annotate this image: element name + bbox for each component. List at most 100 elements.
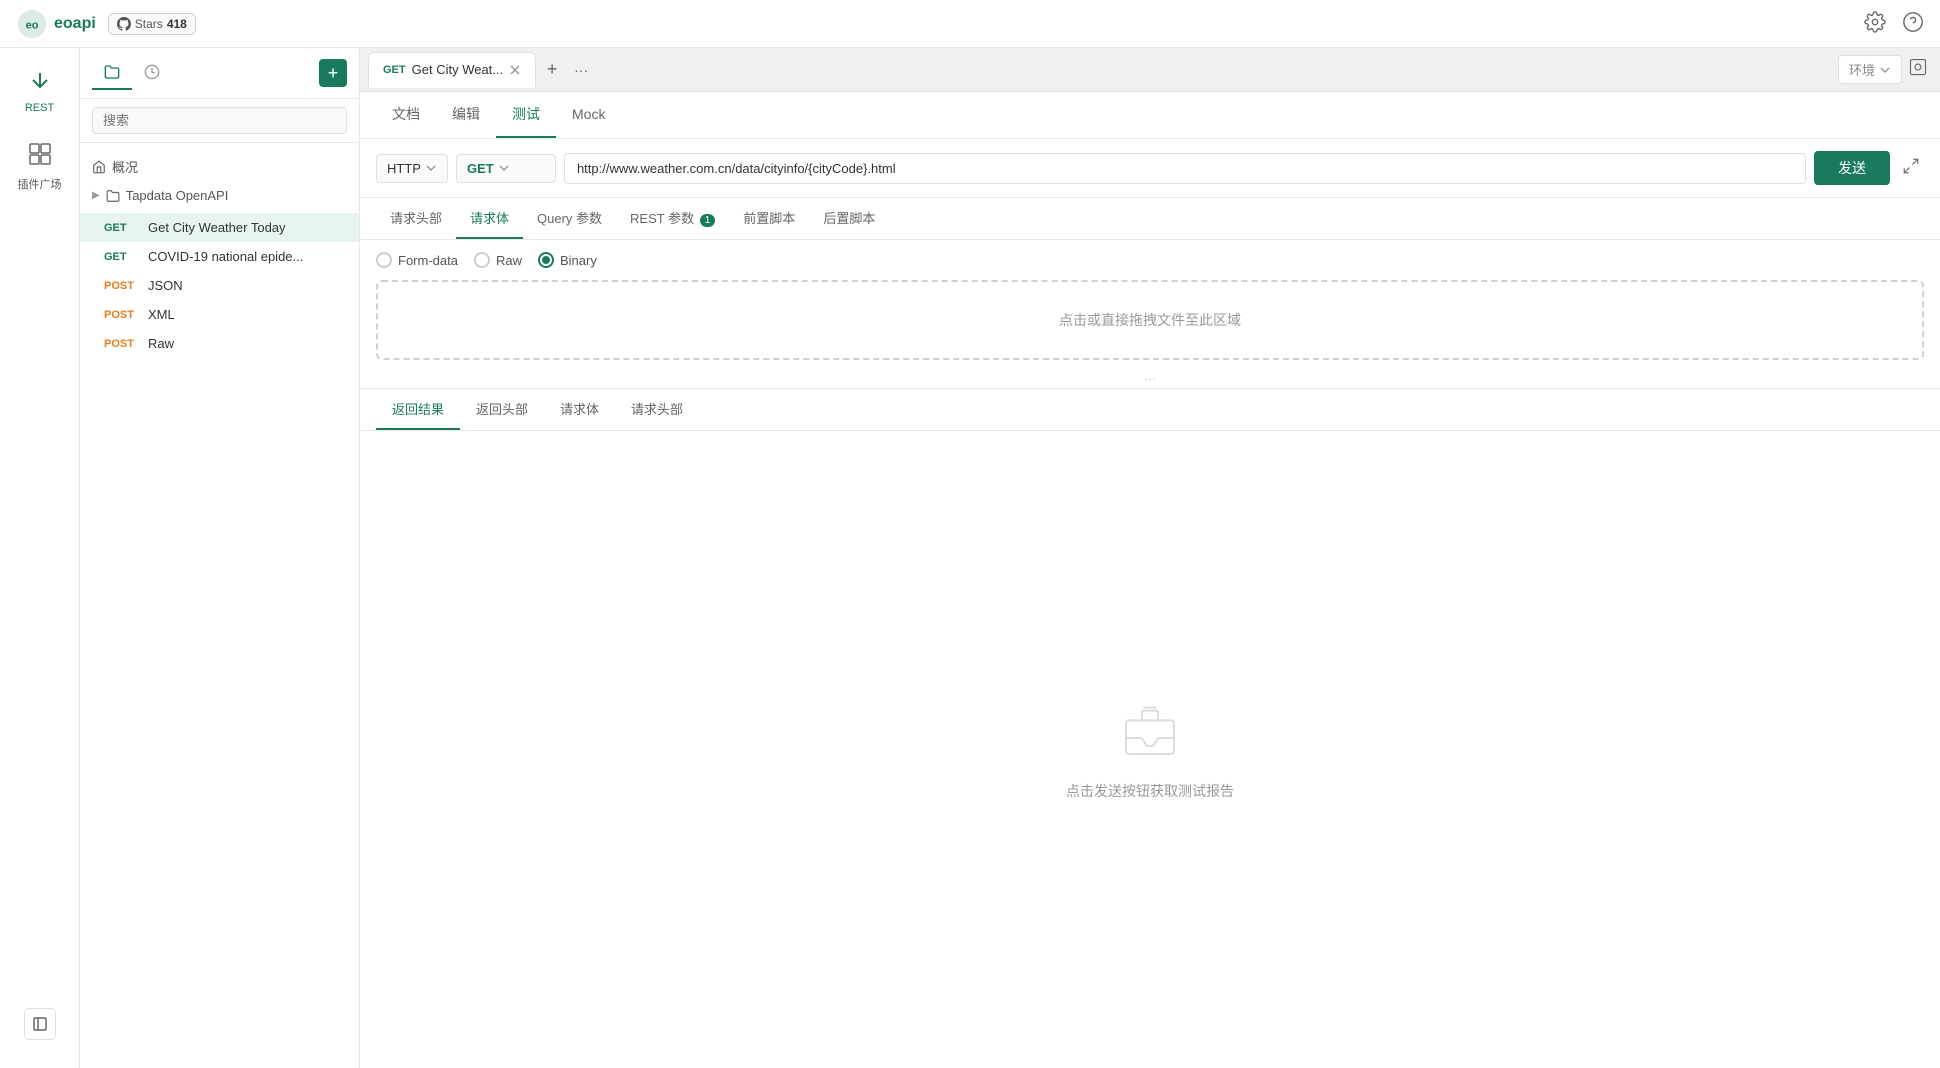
- radio-form-data[interactable]: Form-data: [376, 252, 458, 268]
- file-tree-panel: + 概况 ▶ Tapdata OpenAPI GET Get City Weat…: [80, 48, 360, 1068]
- stars-count: 418: [167, 17, 187, 31]
- sidebar-icons: REST 插件广场: [0, 48, 80, 1068]
- sidebar-item-plugins[interactable]: 插件广场: [5, 134, 75, 200]
- tab-history[interactable]: [132, 56, 172, 90]
- plugins-icon: [28, 142, 52, 172]
- url-input[interactable]: [564, 153, 1806, 184]
- help-icon-button[interactable]: [1902, 11, 1924, 36]
- section-label: Tapdata OpenAPI: [126, 188, 229, 203]
- tab-edit[interactable]: 编辑: [436, 92, 496, 138]
- resp-tab-request-body[interactable]: 请求体: [544, 389, 615, 430]
- top-bar: eo eoapi Stars 418: [0, 0, 1940, 48]
- body-tabs: 请求头部 请求体 Query 参数 REST 参数 1 前置脚本 后置脚本: [360, 198, 1940, 240]
- request-panel: 文档 编辑 测试 Mock HTTP GET 发送: [360, 92, 1940, 1068]
- tree-content: 概况 ▶ Tapdata OpenAPI GET Get City Weathe…: [80, 143, 359, 1068]
- resp-tab-return-headers[interactable]: 返回头部: [460, 389, 544, 430]
- method-badge-post-2: POST: [104, 309, 140, 321]
- tab-test[interactable]: 测试: [496, 92, 556, 138]
- add-api-button[interactable]: +: [319, 59, 347, 87]
- search-input[interactable]: [92, 107, 347, 134]
- radio-circle-binary: [538, 252, 554, 268]
- more-tabs-button[interactable]: ···: [568, 62, 594, 78]
- response-panel: 返回结果 返回头部 请求体 请求头部 点击发送按钮获取测试报告: [360, 388, 1940, 1068]
- file-tree-header: +: [80, 48, 359, 99]
- radio-circle-raw: [474, 252, 490, 268]
- radio-label-raw: Raw: [496, 253, 522, 268]
- home-label: 概况: [112, 157, 138, 176]
- tab-bar: GET Get City Weat... + ··· 环境: [360, 48, 1940, 92]
- logo-text: eoapi: [54, 15, 96, 33]
- resize-handle[interactable]: ···: [360, 368, 1940, 388]
- tab-method-badge: GET: [383, 64, 406, 76]
- method-badge-post-3: POST: [104, 338, 140, 350]
- method-chevron-icon: [498, 162, 510, 174]
- api-item-xml[interactable]: POST XML: [80, 300, 359, 329]
- protocol-chevron-icon: [425, 162, 437, 174]
- tab-mock[interactable]: Mock: [556, 94, 621, 136]
- api-name-weather: Get City Weather Today: [148, 220, 286, 235]
- body-tab-query-params[interactable]: Query 参数: [523, 198, 616, 239]
- api-name-xml: XML: [148, 307, 175, 322]
- sidebar-item-rest-label: REST: [25, 102, 54, 114]
- main-layout: REST 插件广场 +: [0, 48, 1940, 1068]
- empty-state: 点击发送按钮获取测试报告: [360, 431, 1940, 1068]
- body-type-radio-group: Form-data Raw Binary: [360, 240, 1940, 280]
- env-selector[interactable]: 环境: [1838, 55, 1902, 84]
- main-content: GET Get City Weat... + ··· 环境 文档 编辑 测试 M: [360, 48, 1940, 1068]
- radio-circle-form-data: [376, 252, 392, 268]
- api-list: GET Get City Weather Today GET COVID-19 …: [80, 209, 359, 362]
- api-name-covid: COVID-19 national epide...: [148, 249, 303, 264]
- close-tab-icon[interactable]: [509, 64, 521, 76]
- body-tab-request-headers[interactable]: 请求头部: [376, 198, 456, 239]
- body-tab-rest-params[interactable]: REST 参数 1: [616, 198, 729, 239]
- top-bar-left: eo eoapi Stars 418: [16, 8, 196, 40]
- tab-files[interactable]: [92, 56, 132, 90]
- method-label: GET: [467, 161, 494, 176]
- method-selector[interactable]: GET: [456, 154, 556, 183]
- api-item-covid[interactable]: GET COVID-19 national epide...: [80, 242, 359, 271]
- tab-weather-request[interactable]: GET Get City Weat...: [368, 52, 536, 88]
- collapse-sidebar-button[interactable]: [24, 1008, 56, 1040]
- method-badge-get-2: GET: [104, 251, 140, 263]
- expand-button[interactable]: [1898, 153, 1924, 184]
- empty-state-icon: [1118, 698, 1182, 765]
- radio-raw[interactable]: Raw: [474, 252, 522, 268]
- stars-label: Stars: [135, 17, 163, 31]
- request-type-tabs: 文档 编辑 测试 Mock: [360, 92, 1940, 139]
- method-badge-get: GET: [104, 222, 140, 234]
- radio-binary[interactable]: Binary: [538, 252, 597, 268]
- sidebar-item-plugins-label: 插件广场: [18, 176, 62, 192]
- file-drop-zone[interactable]: 点击或直接拖拽文件至此区域: [376, 280, 1924, 360]
- body-tab-pre-script[interactable]: 前置脚本: [729, 198, 809, 239]
- protocol-selector[interactable]: HTTP: [376, 154, 448, 183]
- sidebar-item-rest[interactable]: REST: [5, 60, 75, 122]
- add-tab-button[interactable]: +: [538, 56, 566, 84]
- api-item-json[interactable]: POST JSON: [80, 271, 359, 300]
- method-badge-post-1: POST: [104, 280, 140, 292]
- tab-label: Get City Weat...: [412, 62, 504, 77]
- api-item-raw[interactable]: POST Raw: [80, 329, 359, 358]
- radio-label-form-data: Form-data: [398, 253, 458, 268]
- env-label: 环境: [1849, 60, 1875, 79]
- record-button[interactable]: [1904, 56, 1932, 84]
- github-badge[interactable]: Stars 418: [108, 13, 196, 35]
- file-tree-tabs: [92, 56, 311, 90]
- api-name-raw: Raw: [148, 336, 174, 351]
- body-tab-post-script[interactable]: 后置脚本: [809, 198, 889, 239]
- expand-arrow-icon: ▶: [92, 190, 100, 201]
- body-tab-request-body[interactable]: 请求体: [456, 198, 523, 239]
- drop-zone-text: 点击或直接拖拽文件至此区域: [1059, 310, 1241, 330]
- api-item-weather[interactable]: GET Get City Weather Today: [80, 213, 359, 242]
- rest-params-badge: 1: [700, 214, 716, 227]
- logo: eo eoapi: [16, 8, 96, 40]
- empty-state-text: 点击发送按钮获取测试报告: [1066, 781, 1234, 801]
- resp-tab-request-headers[interactable]: 请求头部: [615, 389, 699, 430]
- tree-section-tapdata[interactable]: ▶ Tapdata OpenAPI: [80, 182, 359, 209]
- send-button[interactable]: 发送: [1814, 151, 1890, 185]
- settings-icon-button[interactable]: [1864, 11, 1886, 36]
- resp-tab-return-result[interactable]: 返回结果: [376, 389, 460, 430]
- tab-docs[interactable]: 文档: [376, 92, 436, 138]
- radio-label-binary: Binary: [560, 253, 597, 268]
- home-item[interactable]: 概况: [80, 151, 359, 182]
- url-bar: HTTP GET 发送: [360, 139, 1940, 198]
